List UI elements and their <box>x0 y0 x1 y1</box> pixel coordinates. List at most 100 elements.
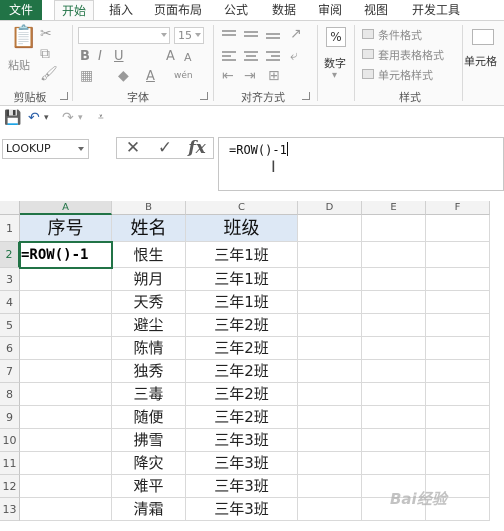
redo-dropdown-icon[interactable]: ▾ <box>78 109 83 127</box>
cell-c12[interactable]: 三年3班 <box>186 475 298 498</box>
copy-icon[interactable]: ⧉ <box>40 47 50 61</box>
alignment-launcher-icon[interactable] <box>302 92 310 100</box>
number-format-percent-icon[interactable]: % <box>326 27 346 47</box>
tab-formulas[interactable]: 公式 <box>220 0 252 20</box>
font-name-combo[interactable] <box>78 27 170 44</box>
cell-f10[interactable] <box>426 429 490 452</box>
cell-f5[interactable] <box>426 314 490 337</box>
cell-c2[interactable]: 三年1班 <box>186 242 298 268</box>
cell-a13[interactable] <box>20 498 112 521</box>
cell-d9[interactable] <box>298 406 362 429</box>
format-painter-icon[interactable]: 🖌 <box>40 67 58 81</box>
cell-b6[interactable]: 陈情 <box>112 337 186 360</box>
cell-e5[interactable] <box>362 314 426 337</box>
cancel-icon[interactable]: ✕ <box>122 137 144 159</box>
tab-developer[interactable]: 开发工具 <box>408 0 464 20</box>
cell-e11[interactable] <box>362 452 426 475</box>
cell-styles-button[interactable]: 单元格样式 <box>378 67 433 83</box>
cell-d12[interactable] <box>298 475 362 498</box>
cell-c11[interactable]: 三年3班 <box>186 452 298 475</box>
cell-b12[interactable]: 难平 <box>112 475 186 498</box>
name-box[interactable]: LOOKUP <box>2 139 89 159</box>
cell-a9[interactable] <box>20 406 112 429</box>
cell-d13[interactable] <box>298 498 362 521</box>
font-size-combo[interactable]: 15 <box>174 27 204 44</box>
tab-file[interactable]: 文件 <box>0 0 42 20</box>
row-header-3[interactable]: 3 <box>0 268 20 291</box>
cell-c5[interactable]: 三年2班 <box>186 314 298 337</box>
cell-c13[interactable]: 三年3班 <box>186 498 298 521</box>
tab-data[interactable]: 数据 <box>268 0 300 20</box>
tab-page-layout[interactable]: 页面布局 <box>150 0 206 20</box>
cell-e6[interactable] <box>362 337 426 360</box>
cell-d8[interactable] <box>298 383 362 406</box>
cell-f6[interactable] <box>426 337 490 360</box>
paste-button[interactable]: 粘贴 <box>8 57 30 73</box>
row-header-7[interactable]: 7 <box>0 360 20 383</box>
cell-b11[interactable]: 降灾 <box>112 452 186 475</box>
grow-font-button[interactable]: A <box>166 49 175 64</box>
worksheet-grid[interactable]: A B C D E F 1 序号 姓名 班级 2 =ROW()-1 恨生 三年1班 3 朔月 三年1班 4 天秀 三年… <box>0 201 504 531</box>
paste-icon[interactable]: 📋 <box>10 27 37 49</box>
cell-b1[interactable]: 姓名 <box>112 215 186 242</box>
clipboard-launcher-icon[interactable] <box>60 92 68 100</box>
row-header-5[interactable]: 5 <box>0 314 20 337</box>
orientation-icon[interactable]: ↗ <box>290 27 302 41</box>
wrap-text-icon[interactable]: ⤶ <box>290 49 298 63</box>
cell-d5[interactable] <box>298 314 362 337</box>
row-header-9[interactable]: 9 <box>0 406 20 429</box>
cell-c9[interactable]: 三年2班 <box>186 406 298 429</box>
column-header-a[interactable]: A <box>20 201 112 215</box>
cell-c3[interactable]: 三年1班 <box>186 268 298 291</box>
row-header-8[interactable]: 8 <box>0 383 20 406</box>
shrink-font-button[interactable]: A <box>184 51 192 64</box>
customize-qat-icon[interactable]: ⩡ <box>98 109 104 127</box>
increase-indent-icon[interactable]: ⇥ <box>244 69 256 83</box>
cell-a8[interactable] <box>20 383 112 406</box>
cell-f9[interactable] <box>426 406 490 429</box>
cell-e4[interactable] <box>362 291 426 314</box>
cells-button[interactable]: 单元格 <box>464 53 497 69</box>
cell-f11[interactable] <box>426 452 490 475</box>
cell-b5[interactable]: 避尘 <box>112 314 186 337</box>
formula-input[interactable]: =ROW()-1 <box>218 137 504 191</box>
enter-icon[interactable]: ✓ <box>154 137 176 159</box>
cell-e2[interactable] <box>362 242 426 268</box>
cell-c8[interactable]: 三年2班 <box>186 383 298 406</box>
cell-f1[interactable] <box>426 215 490 242</box>
cell-a12[interactable] <box>20 475 112 498</box>
cell-a6[interactable] <box>20 337 112 360</box>
cell-b7[interactable]: 独秀 <box>112 360 186 383</box>
decrease-indent-icon[interactable]: ⇤ <box>222 69 234 83</box>
row-header-10[interactable]: 10 <box>0 429 20 452</box>
cell-c6[interactable]: 三年2班 <box>186 337 298 360</box>
row-header-4[interactable]: 4 <box>0 291 20 314</box>
column-header-d[interactable]: D <box>298 201 362 215</box>
cell-f8[interactable] <box>426 383 490 406</box>
undo-icon[interactable]: ↶ <box>28 109 40 127</box>
cell-b9[interactable]: 随便 <box>112 406 186 429</box>
row-header-6[interactable]: 6 <box>0 337 20 360</box>
cell-d7[interactable] <box>298 360 362 383</box>
cell-a5[interactable] <box>20 314 112 337</box>
underline-button[interactable]: U <box>114 49 124 64</box>
chevron-down-icon[interactable]: ▾ <box>332 71 337 81</box>
cell-d4[interactable] <box>298 291 362 314</box>
cell-b3[interactable]: 朔月 <box>112 268 186 291</box>
borders-icon[interactable]: ▦ <box>80 69 93 83</box>
tab-review[interactable]: 审阅 <box>314 0 346 20</box>
phonetic-button[interactable]: wén <box>174 71 193 81</box>
format-as-table-button[interactable]: 套用表格格式 <box>378 47 444 63</box>
cell-e10[interactable] <box>362 429 426 452</box>
cell-a1[interactable]: 序号 <box>20 215 112 242</box>
cut-icon[interactable]: ✂ <box>40 27 52 41</box>
row-header-12[interactable]: 12 <box>0 475 20 498</box>
column-header-c[interactable]: C <box>186 201 298 215</box>
conditional-format-button[interactable]: 条件格式 <box>378 27 422 43</box>
cell-e8[interactable] <box>362 383 426 406</box>
tab-view[interactable]: 视图 <box>360 0 392 20</box>
column-header-f[interactable]: F <box>426 201 490 215</box>
cell-c7[interactable]: 三年2班 <box>186 360 298 383</box>
column-header-b[interactable]: B <box>112 201 186 215</box>
chevron-down-icon[interactable] <box>78 147 84 151</box>
